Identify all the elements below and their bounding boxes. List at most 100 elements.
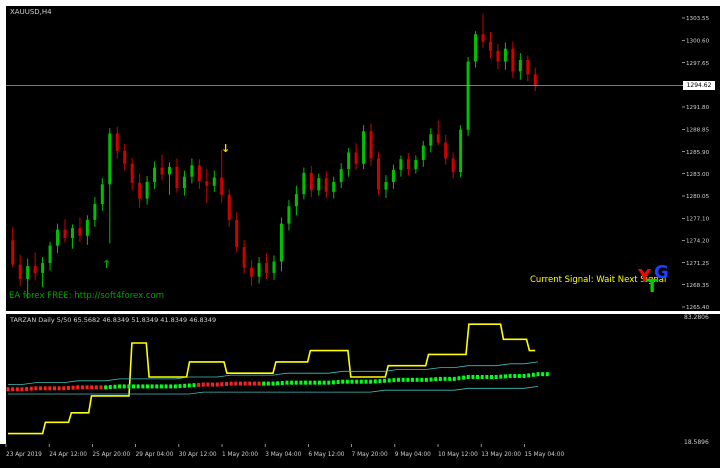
- signal-dot: [104, 385, 108, 390]
- candle-body: [309, 172, 313, 191]
- signal-dot: [234, 381, 238, 386]
- signal-dot: [118, 384, 122, 389]
- tarzan-line: [8, 323, 536, 435]
- signal-dot: [34, 386, 38, 391]
- signal-dot: [545, 372, 549, 377]
- signal-dot: [485, 374, 489, 379]
- signal-dot: [517, 374, 521, 379]
- candle-body: [518, 60, 522, 72]
- signal-dot: [355, 379, 359, 384]
- candle-body: [481, 34, 485, 42]
- time-tick-label: 10 May 12:00: [438, 452, 478, 458]
- signal-dot: [499, 374, 503, 379]
- indicator-pane[interactable]: [6, 314, 682, 444]
- signal-dot: [471, 374, 475, 379]
- candle-body: [182, 176, 186, 189]
- time-tick-label: 23 Apr 2019: [6, 452, 42, 458]
- signal-dot: [141, 384, 145, 389]
- signal-dot: [327, 380, 331, 385]
- signal-dot: [159, 384, 163, 389]
- signal-dot: [420, 377, 424, 382]
- candle-body: [436, 134, 440, 143]
- signal-dot: [359, 379, 363, 384]
- signal-dot: [350, 379, 354, 384]
- signal-dot: [192, 383, 196, 388]
- candle-body: [235, 219, 239, 248]
- candle-body: [205, 181, 209, 186]
- signal-dot: [541, 372, 545, 377]
- price-tick-label: 1268.35: [686, 283, 710, 289]
- indicator-axis: 83.2806 18.5896: [682, 314, 720, 446]
- candle-body: [63, 229, 67, 239]
- signal-dot: [39, 386, 43, 391]
- candle-body: [100, 184, 104, 204]
- signal-dot: [531, 372, 535, 377]
- signal-dot: [164, 384, 168, 389]
- price-tick-label: 1280.05: [686, 194, 710, 200]
- signal-dot: [494, 374, 498, 379]
- signal-dot: [113, 384, 117, 389]
- signal-dot: [448, 376, 452, 381]
- candle-body: [496, 50, 500, 62]
- signal-dot: [225, 381, 229, 386]
- candle-body: [459, 129, 463, 173]
- signal-dot: [80, 385, 84, 390]
- candle-body: [130, 163, 134, 183]
- signal-dot: [243, 381, 247, 386]
- signal-dot: [211, 382, 215, 387]
- signal-dot: [294, 380, 298, 385]
- time-tick-label: 13 May 20:00: [481, 452, 521, 458]
- candle-body: [242, 247, 246, 268]
- signal-dot: [169, 384, 173, 389]
- signal-dot: [271, 381, 275, 386]
- signal-dot: [392, 378, 396, 383]
- signal-dot: [57, 386, 61, 391]
- signal-dot: [11, 387, 15, 392]
- candle-body: [160, 167, 164, 175]
- buy-arrow-icon: ↑: [102, 258, 111, 271]
- signal-dot: [345, 379, 349, 384]
- price-tick-label: 1291.80: [686, 105, 710, 111]
- candle-body: [70, 228, 74, 239]
- signal-dot: [457, 376, 461, 381]
- indicator-axis-top: 83.2806: [684, 314, 709, 321]
- candle-body: [123, 150, 127, 164]
- price-tick-label: 1265.40: [686, 305, 710, 311]
- time-tick-label: 9 May 04:00: [395, 452, 431, 458]
- candle-body: [145, 181, 149, 199]
- candle-body: [227, 194, 231, 220]
- candle-body: [138, 182, 142, 199]
- signal-dot: [290, 380, 294, 385]
- time-tick-label: 3 May 04:00: [265, 452, 301, 458]
- signal-dot: [66, 385, 70, 390]
- candle-body: [18, 264, 22, 279]
- price-tick-label: 1300.60: [686, 39, 710, 45]
- candle-body: [250, 267, 254, 277]
- signal-dot: [252, 381, 256, 386]
- sell-arrow-icon: ↓: [221, 142, 230, 155]
- signal-dot: [397, 377, 401, 382]
- signal-dot: [401, 377, 405, 382]
- signal-dot: [94, 385, 98, 390]
- time-tick-label: 6 May 12:00: [308, 452, 344, 458]
- signal-dot: [341, 379, 345, 384]
- signal-dot: [15, 387, 19, 392]
- signal-dot: [248, 381, 252, 386]
- signal-dot: [76, 385, 80, 390]
- price-axis[interactable]: 1303.55 1300.60 1297.65 1294.62 1291.80 1288.…: [682, 6, 720, 311]
- signal-dot: [415, 377, 419, 382]
- candle-body: [167, 166, 171, 175]
- candle-body: [533, 74, 537, 86]
- price-chart-pane[interactable]: ↑ ↓: [6, 6, 682, 311]
- signal-dot: [387, 378, 391, 383]
- price-tick-label: 1285.90: [686, 150, 710, 156]
- candle-body: [466, 61, 470, 130]
- price-tick-label: 1271.25: [686, 261, 710, 267]
- signal-dot: [508, 374, 512, 379]
- signal-dot: [443, 376, 447, 381]
- signal-dot: [378, 379, 382, 384]
- signal-dot: [280, 380, 284, 385]
- signal-dot: [452, 376, 456, 381]
- candle-body: [451, 158, 455, 173]
- time-tick-label: 15 May 04:00: [524, 452, 564, 458]
